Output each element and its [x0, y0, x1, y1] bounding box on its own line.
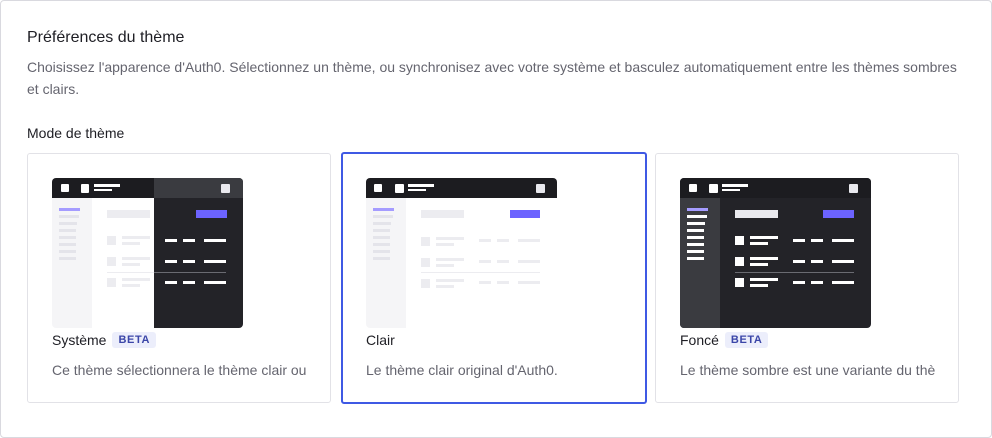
theme-card-system-label-row: Système BETA	[52, 332, 156, 348]
theme-card-light-label-row: Clair	[366, 332, 395, 348]
theme-preferences-panel: Préférences du thème Choisissez l'appare…	[0, 0, 992, 438]
theme-card-light[interactable]: Clair Le thème clair original d'Auth0.	[341, 152, 647, 404]
theme-name: Clair	[366, 332, 395, 348]
beta-badge: BETA	[724, 332, 769, 348]
section-title: Préférences du thème	[27, 29, 185, 46]
theme-name: Système	[52, 332, 107, 348]
theme-card-dark[interactable]: Foncé BETA Le thème sombre est une varia…	[655, 153, 959, 403]
theme-card-dark-label-row: Foncé BETA	[680, 332, 769, 348]
theme-description: Ce thème sélectionnera le thème clair ou…	[52, 362, 308, 378]
light-theme-preview	[366, 178, 557, 328]
system-theme-preview	[52, 178, 243, 328]
theme-description: Le thème sombre est une variante du thèm…	[680, 362, 936, 378]
theme-name: Foncé	[680, 332, 719, 348]
beta-badge: BETA	[112, 332, 156, 348]
section-description: Choisissez l'apparence d'Auth0. Sélectio…	[27, 59, 957, 97]
theme-description: Le thème clair original d'Auth0.	[366, 362, 558, 378]
theme-card-system[interactable]: Système BETA Ce thème sélectionnera le t…	[27, 153, 331, 403]
theme-mode-label: Mode de thème	[27, 125, 125, 141]
dark-theme-preview	[680, 178, 871, 328]
